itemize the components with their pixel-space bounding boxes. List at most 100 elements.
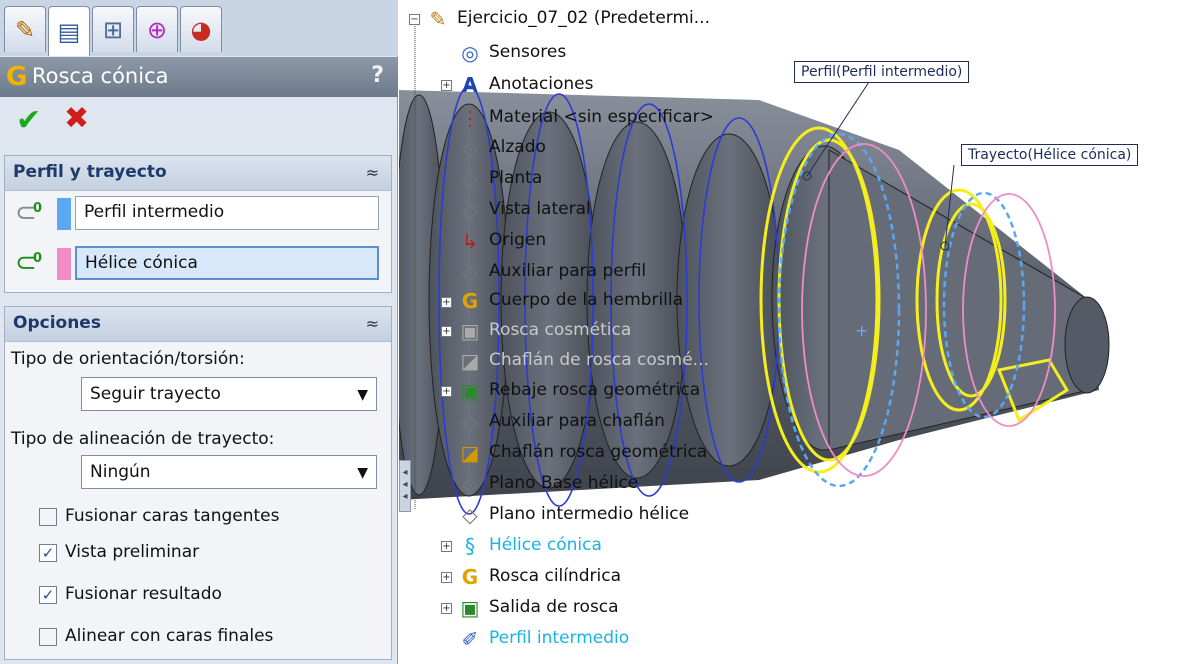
property-manager-header: G Rosca cónica ?: [0, 57, 398, 97]
collapse-icon[interactable]: ≈: [366, 163, 379, 182]
tree-item-label: Rosca cilíndrica: [489, 566, 622, 586]
chevron-down-icon: ▼: [357, 387, 368, 403]
checkbox-box[interactable]: [39, 508, 57, 526]
property-manager-icon: ▤: [57, 17, 81, 46]
feature-manager-tab[interactable]: ✎: [4, 6, 46, 52]
help-button[interactable]: ?: [371, 63, 384, 88]
expand-button[interactable]: +: [441, 386, 452, 397]
group-title: Perfil y trayecto: [13, 162, 167, 182]
tree-item-label: Planta: [489, 168, 543, 188]
display-manager-tab[interactable]: ◕: [180, 6, 222, 52]
expand-button[interactable]: +: [441, 80, 452, 91]
checkbox-label: Alinear con caras finales: [65, 626, 274, 646]
plane-icon: ◇: [462, 198, 478, 222]
options-group-header[interactable]: Opciones ≈: [5, 307, 391, 342]
merge-tangent-faces-checkbox[interactable]: Fusionar caras tangentes: [39, 505, 379, 531]
sweep-icon: G: [461, 565, 479, 589]
tree-item-label: Plano intermedio hélice: [489, 504, 690, 524]
plane-icon: ◇: [462, 410, 478, 434]
tree-item-label: Chaflán de rosca cosmé...: [489, 350, 709, 370]
tree-item-label: Cuerpo de la hembrilla: [489, 290, 684, 310]
checkbox-box[interactable]: ✓: [39, 544, 57, 562]
checkbox-box[interactable]: [39, 628, 57, 646]
path-selection-box[interactable]: Hélice cónica: [75, 246, 379, 280]
tree-item-label: Sensores: [489, 42, 567, 62]
chamfer-icon: ◪: [460, 441, 480, 465]
group-title: Opciones: [13, 313, 101, 333]
checkbox-label: Vista preliminar: [65, 542, 200, 562]
feature-manager-icon: ✎: [14, 15, 36, 44]
cancel-button[interactable]: ✖: [64, 101, 89, 136]
sensor-icon: ◎: [461, 41, 479, 65]
profile-selection-box[interactable]: Perfil intermedio: [75, 196, 379, 230]
expand-button[interactable]: +: [441, 541, 452, 552]
tree-item-label: Material <sin especificar>: [489, 107, 714, 127]
tree-item-label: Auxiliar para perfil: [489, 261, 647, 281]
manager-tabs: ✎ ▤ ⊞ ⊕ ◕: [0, 0, 398, 56]
chevron-down-icon: ▼: [357, 465, 368, 481]
part-icon: ✎: [429, 7, 447, 31]
tree-lines: [414, 20, 416, 510]
annotations-icon: A: [462, 73, 478, 97]
orientation-dropdown[interactable]: Seguir trayecto ▼: [81, 377, 377, 411]
expand-button[interactable]: +: [441, 603, 452, 614]
cosmetic-thread-icon: ▣: [460, 319, 480, 343]
material-icon: ⋮: [460, 106, 480, 130]
collapse-root[interactable]: −: [409, 14, 420, 25]
profile-icon: ⊂ 0: [15, 198, 43, 228]
align-end-faces-checkbox[interactable]: Alinear con caras finales: [39, 625, 379, 651]
tree-item-label: Perfil intermedio: [489, 628, 630, 648]
checkbox-label: Fusionar caras tangentes: [65, 506, 280, 526]
configuration-manager-icon: ⊞: [102, 15, 124, 44]
preview-checkbox[interactable]: ✓ Vista preliminar: [39, 541, 379, 567]
property-manager-tab[interactable]: ▤: [48, 6, 90, 56]
expand-button[interactable]: +: [441, 572, 452, 583]
orientation-label: Tipo de orientación/torsión:: [11, 349, 245, 369]
tree-item-label: Auxiliar para chaflán: [489, 411, 665, 431]
origin-icon: ↳: [461, 229, 479, 253]
feature-title: Rosca cónica: [32, 64, 169, 88]
path-selection-row: ⊂ 0 Hélice cónica: [15, 246, 383, 282]
helix-icon: §: [465, 534, 475, 558]
plane-icon: ◇: [462, 472, 478, 496]
cut-icon: ▣: [460, 379, 480, 403]
profile-color-swatch: [57, 198, 71, 230]
ok-button[interactable]: ✔: [16, 103, 41, 138]
property-manager-panel: ✎ ▤ ⊞ ⊕ ◕ G Rosca cónica ? ✔ ✖ Perfil y …: [0, 0, 398, 664]
tapered-thread-icon: G: [6, 62, 28, 92]
expand-button[interactable]: +: [441, 326, 452, 337]
checkbox-box[interactable]: ✓: [39, 586, 57, 604]
path-color-swatch: [57, 248, 71, 280]
profile-path-group: Perfil y trayecto ≈ ⊂ 0 Perfil intermedio…: [4, 155, 392, 293]
sketch-icon: ✐: [461, 627, 479, 651]
collapse-icon[interactable]: ≈: [366, 314, 379, 333]
cut-icon: ▣: [460, 596, 480, 620]
dimxpert-icon: ⊕: [146, 15, 168, 44]
tree-item-label: Plano Base hélice: [489, 473, 639, 493]
alignment-value: Ningún: [90, 462, 151, 482]
tree-item-label: Salida de rosca: [489, 597, 619, 617]
configuration-manager-tab[interactable]: ⊞: [92, 6, 134, 52]
origin-marker: +: [855, 321, 868, 340]
chamfer-icon: ◪: [460, 349, 480, 373]
tree-item-label: Origen: [489, 230, 547, 250]
plane-icon: ◇: [462, 136, 478, 160]
path-callout: Trayecto(Hélice cónica): [961, 144, 1139, 166]
alignment-dropdown[interactable]: Ningún ▼: [81, 455, 377, 489]
feature-tree: − ✎ Ejercicio_07_02 (Predetermi... ◎ Sens…: [405, 0, 825, 664]
tree-item-label: Rosca cosmética: [489, 320, 632, 340]
tree-root-label: Ejercicio_07_02 (Predetermi...: [457, 8, 710, 28]
expand-button[interactable]: +: [441, 297, 452, 308]
tree-item-label: Chaflán rosca geométrica: [489, 442, 708, 462]
checkbox-label: Fusionar resultado: [65, 584, 222, 604]
plane-icon: ◇: [462, 167, 478, 191]
merge-result-checkbox[interactable]: ✓ Fusionar resultado: [39, 583, 379, 609]
tree-item-label: Alzado: [489, 137, 546, 157]
plane-icon: ◇: [462, 503, 478, 527]
tree-item-label: Hélice cónica: [489, 535, 602, 555]
dimxpert-tab[interactable]: ⊕: [136, 6, 178, 52]
profile-path-group-header[interactable]: Perfil y trayecto ≈: [5, 156, 391, 191]
profile-selection-row: ⊂ 0 Perfil intermedio: [15, 196, 383, 232]
tree-item-label: Anotaciones: [489, 74, 594, 94]
tree-item-label: Rebaje rosca geométrica: [489, 380, 701, 400]
